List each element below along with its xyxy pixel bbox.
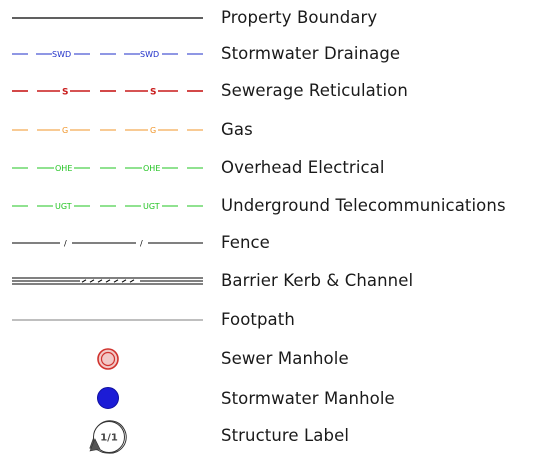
svg-text:OHE: OHE — [143, 164, 160, 173]
svg-text:/: / — [140, 239, 143, 248]
legend-row-stormwater-drainage: SWD SWD Stormwater Drainage — [0, 39, 541, 69]
legend-label: Sewerage Reticulation — [221, 81, 408, 100]
sewer-manhole-icon — [10, 344, 206, 374]
legend-row-overhead-electrical: OHE OHE Overhead Electrical — [0, 153, 541, 183]
overhead-electrical-line-icon: OHE OHE — [10, 153, 206, 183]
legend-row-fence: / / Fence — [0, 228, 541, 258]
underground-telecommunications-line-icon: UGT UGT — [10, 191, 206, 221]
legend-row-footpath: Footpath — [0, 305, 541, 335]
legend-label: Fence — [221, 233, 270, 252]
legend-label: Stormwater Drainage — [221, 44, 401, 63]
legend-label: Underground Telecommunications — [221, 196, 506, 215]
svg-text:G: G — [62, 126, 68, 135]
legend-label: Footpath — [221, 310, 295, 329]
stormwater-drainage-line-icon: SWD SWD — [10, 39, 206, 69]
legend-row-sewer-manhole: Sewer Manhole — [0, 344, 541, 374]
legend-row-property-boundary: Property Boundary — [0, 3, 541, 33]
fence-line-icon: / / — [10, 228, 206, 258]
svg-text:G: G — [150, 126, 156, 135]
barrier-kerb-line-icon — [10, 266, 206, 296]
svg-text:UGT: UGT — [143, 202, 160, 211]
gas-line-icon: G G — [10, 115, 206, 145]
legend-row-structure-label: 1/1 Structure Label — [0, 420, 541, 454]
svg-text:S: S — [62, 88, 68, 98]
legend-label: Property Boundary — [221, 8, 378, 27]
svg-text:S: S — [150, 88, 156, 98]
legend-label: Overhead Electrical — [221, 158, 385, 177]
sewerage-reticulation-line-icon: S S — [10, 76, 206, 106]
svg-text:1/1: 1/1 — [100, 433, 118, 444]
structure-label-icon: 1/1 — [10, 420, 206, 454]
legend-row-underground-telecommunications: UGT UGT Underground Telecommunications — [0, 191, 541, 221]
legend-label: Structure Label — [221, 426, 350, 445]
legend-label: Barrier Kerb & Channel — [221, 271, 414, 290]
footpath-line-icon — [10, 305, 206, 335]
legend-label: Sewer Manhole — [221, 349, 349, 368]
svg-text:UGT: UGT — [55, 202, 72, 211]
legend-label: Gas — [221, 120, 253, 139]
stormwater-manhole-icon — [10, 384, 206, 414]
property-boundary-line-icon — [10, 3, 206, 33]
legend: Property Boundary SWD SWD Stormwater Dra… — [0, 0, 541, 460]
svg-text:SWD: SWD — [52, 50, 71, 59]
legend-label: Stormwater Manhole — [221, 389, 395, 408]
legend-row-barrier-kerb: Barrier Kerb & Channel — [0, 266, 541, 296]
svg-text:/: / — [64, 239, 67, 248]
legend-row-sewerage-reticulation: S S Sewerage Reticulation — [0, 76, 541, 106]
legend-row-stormwater-manhole: Stormwater Manhole — [0, 384, 541, 414]
svg-text:OHE: OHE — [55, 164, 72, 173]
svg-text:SWD: SWD — [140, 50, 159, 59]
legend-row-gas: G G Gas — [0, 115, 541, 145]
